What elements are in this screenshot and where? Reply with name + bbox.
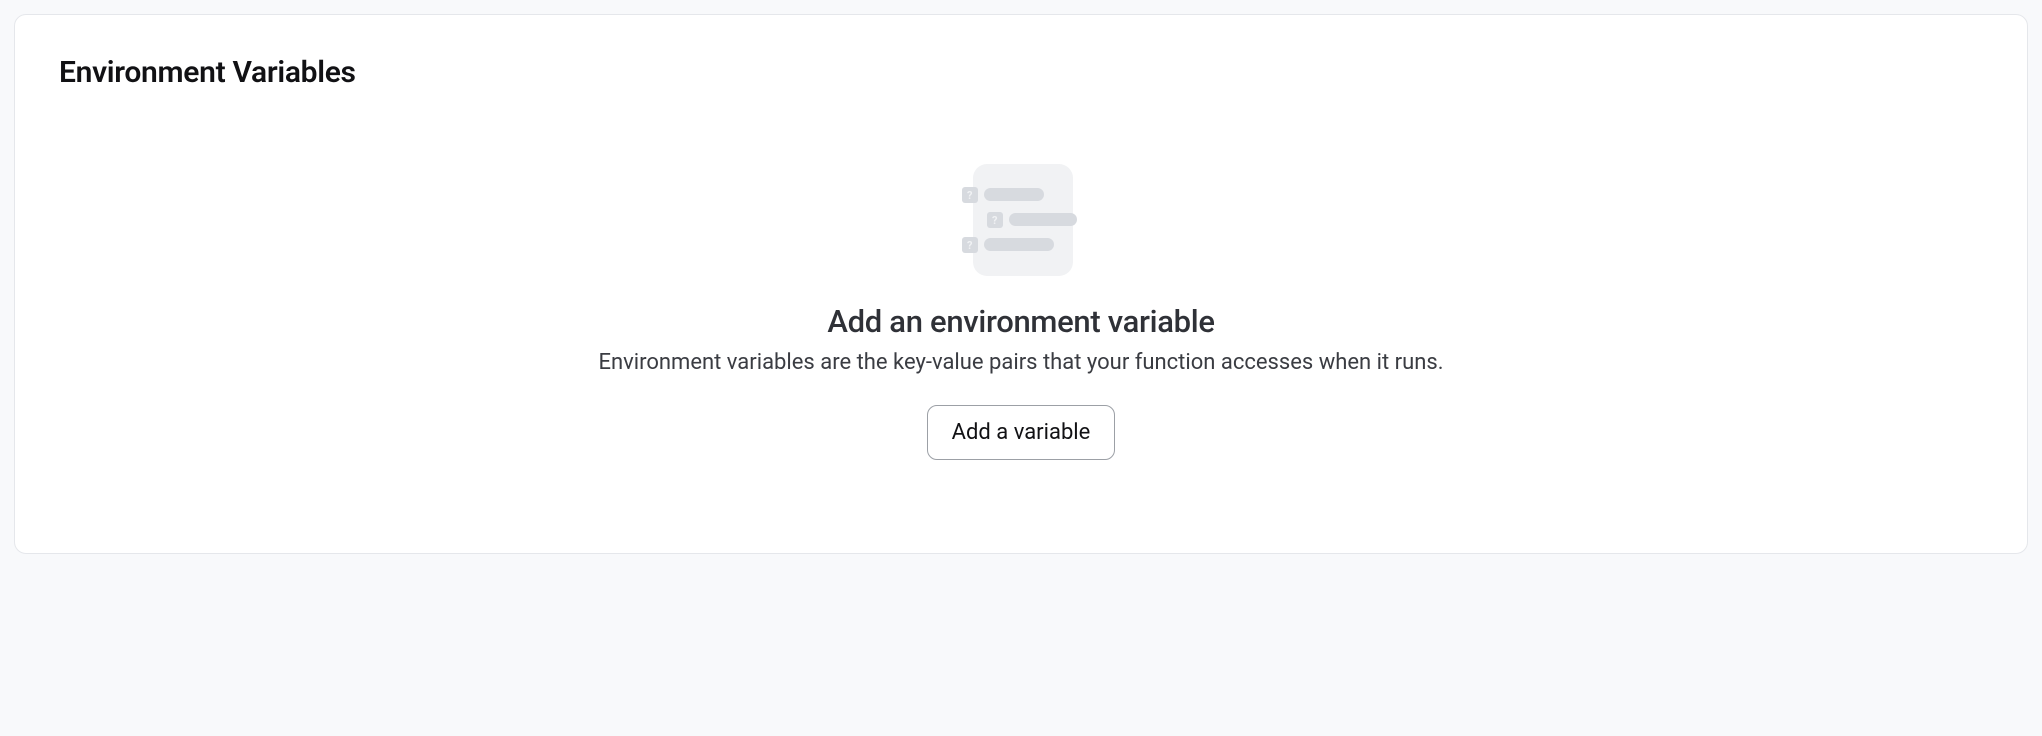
svg-text:?: ? xyxy=(967,239,973,252)
empty-state: ? ? ? Add an environment variable Enviro… xyxy=(59,160,1983,460)
svg-text:?: ? xyxy=(967,189,973,202)
empty-state-title: Add an environment variable xyxy=(827,303,1214,340)
add-variable-button[interactable]: Add a variable xyxy=(927,405,1116,460)
empty-state-subtitle: Environment variables are the key-value … xyxy=(598,350,1443,375)
environment-variables-card: Environment Variables ? ? xyxy=(14,14,2028,554)
card-title: Environment Variables xyxy=(59,55,1983,90)
empty-variables-icon: ? ? ? xyxy=(961,160,1081,280)
svg-text:?: ? xyxy=(992,214,998,227)
